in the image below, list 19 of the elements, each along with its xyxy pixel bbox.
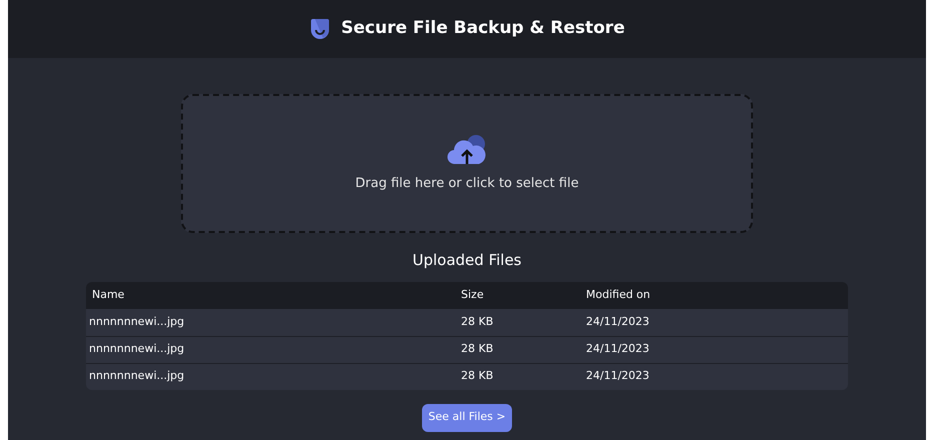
cloud-upload-icon bbox=[447, 134, 487, 166]
section-title: Uploaded Files bbox=[412, 250, 522, 271]
table-cell: 28 KB bbox=[461, 342, 494, 356]
table-cell: 24/11/2023 bbox=[586, 342, 650, 356]
table-cell: nnnnnnnewi...jpg bbox=[89, 314, 184, 328]
table-cell: nnnnnnnewi...jpg bbox=[89, 369, 184, 382]
dropzone[interactable]: Drag file here or click to select file bbox=[181, 94, 753, 233]
table-cell: nnnnnnnewi...jpg bbox=[89, 342, 184, 356]
column-header: Modified on bbox=[586, 288, 650, 301]
table-cell: 24/11/2023 bbox=[586, 314, 650, 328]
table-cell: 28 KB bbox=[461, 314, 494, 328]
table-cell: 24/11/2023 bbox=[586, 369, 650, 382]
column-header: Name bbox=[92, 288, 124, 301]
table-cell: 28 KB bbox=[461, 369, 494, 382]
app-title: Secure File Backup & Restore bbox=[341, 17, 625, 40]
dropzone-prompt: Drag file here or click to select file bbox=[355, 174, 579, 193]
shield-icon bbox=[309, 18, 332, 40]
column-header: Size bbox=[461, 288, 484, 301]
see-all-files-button[interactable]: See all Files > bbox=[422, 404, 512, 432]
